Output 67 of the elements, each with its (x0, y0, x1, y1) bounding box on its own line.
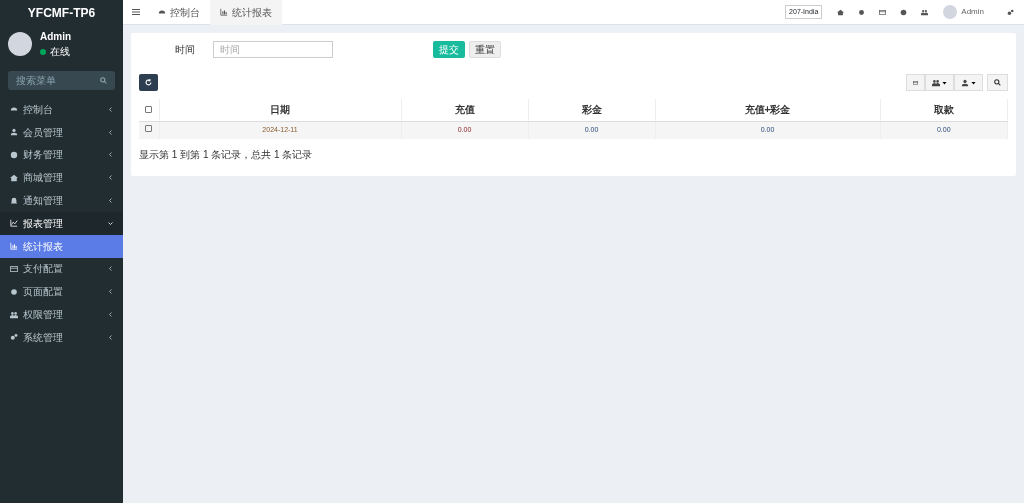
trash-icon[interactable] (879, 8, 887, 16)
sidebar-subitem[interactable]: 统计报表 (0, 234, 123, 258)
chevron-icon (108, 220, 113, 226)
sidebar-item[interactable]: 控制台 (0, 98, 123, 121)
bell-icon (10, 196, 18, 205)
bar-chart-icon (10, 242, 18, 251)
tool-icon (913, 78, 918, 87)
field-label: 时间 (174, 43, 195, 57)
chevron-icon (108, 266, 113, 272)
filter-button[interactable] (954, 74, 983, 91)
avatar-placeholder (8, 32, 32, 56)
chevron-icon (108, 175, 113, 181)
sidebar-item[interactable]: 财务管理 (0, 143, 123, 167)
column-header: 日期 (159, 99, 401, 121)
refresh-button[interactable] (139, 74, 158, 91)
reset-button[interactable]: 重置 (469, 41, 501, 58)
chevron-icon (108, 289, 113, 295)
dashboard-icon (10, 105, 18, 114)
export-button[interactable] (925, 74, 954, 91)
user-icon (10, 128, 18, 137)
chevron-icon (108, 129, 113, 135)
search-button[interactable] (987, 74, 1008, 91)
home-icon (10, 173, 18, 182)
tool-icon (932, 78, 940, 87)
sidebar-item[interactable]: 页面配置 (0, 280, 123, 304)
gears-icon (10, 333, 18, 342)
logo-text: YFCMF-TP6 (26, 4, 97, 22)
settings-icon[interactable] (1007, 8, 1014, 16)
card-icon (10, 264, 18, 273)
sidebar-item[interactable]: 会员管理 (0, 120, 123, 144)
sidebar-item[interactable]: 权限管理 (0, 303, 123, 326)
column-header: 取款 (880, 99, 1008, 121)
column-header: 彩金 (528, 99, 655, 121)
menu-icon[interactable] (132, 8, 140, 16)
search-field[interactable]: 搜索菜单 (8, 71, 115, 90)
search-icon[interactable] (100, 77, 107, 84)
chevron-icon (108, 198, 113, 204)
row-checkbox[interactable] (145, 125, 153, 132)
column-header: 充值+彩金 (655, 99, 880, 121)
column-header: 充值 (401, 99, 528, 121)
home-icon[interactable] (837, 8, 845, 16)
users-icon (10, 310, 18, 319)
sidebar-item[interactable]: 报表管理 (0, 212, 123, 235)
tool-icon (961, 78, 969, 87)
line-chart-icon (10, 219, 18, 228)
sidebar-item[interactable]: 商城管理 (0, 166, 123, 190)
page-tab[interactable]: 统计报表 (210, 0, 282, 25)
chevron-icon (108, 334, 113, 340)
page-tab[interactable]: 控制台 (148, 0, 210, 25)
online-status: 在线 (50, 45, 70, 59)
chevron-icon (108, 106, 113, 112)
sidebar-item[interactable]: 支付配置 (0, 257, 123, 281)
coin-icon (10, 151, 18, 159)
chevron-icon (108, 152, 113, 158)
date-field[interactable]: 时间 (213, 41, 333, 58)
chevron-icon (108, 312, 113, 318)
pagination-summary: 显示第 1 到第 1 条记录，总共 1 条记录 (139, 148, 314, 162)
bar-chart-icon (220, 8, 228, 16)
sidebar-item[interactable]: 通知管理 (0, 189, 123, 212)
user-name: Admin (40, 30, 72, 44)
search-icon (994, 79, 1001, 86)
dashboard-icon (158, 8, 166, 16)
avatar-placeholder (943, 5, 958, 19)
sidebar-item[interactable]: 系统管理 (0, 325, 123, 349)
user-name: Admin (961, 6, 984, 18)
select-all-checkbox[interactable] (145, 106, 153, 114)
status-dot (40, 48, 46, 55)
